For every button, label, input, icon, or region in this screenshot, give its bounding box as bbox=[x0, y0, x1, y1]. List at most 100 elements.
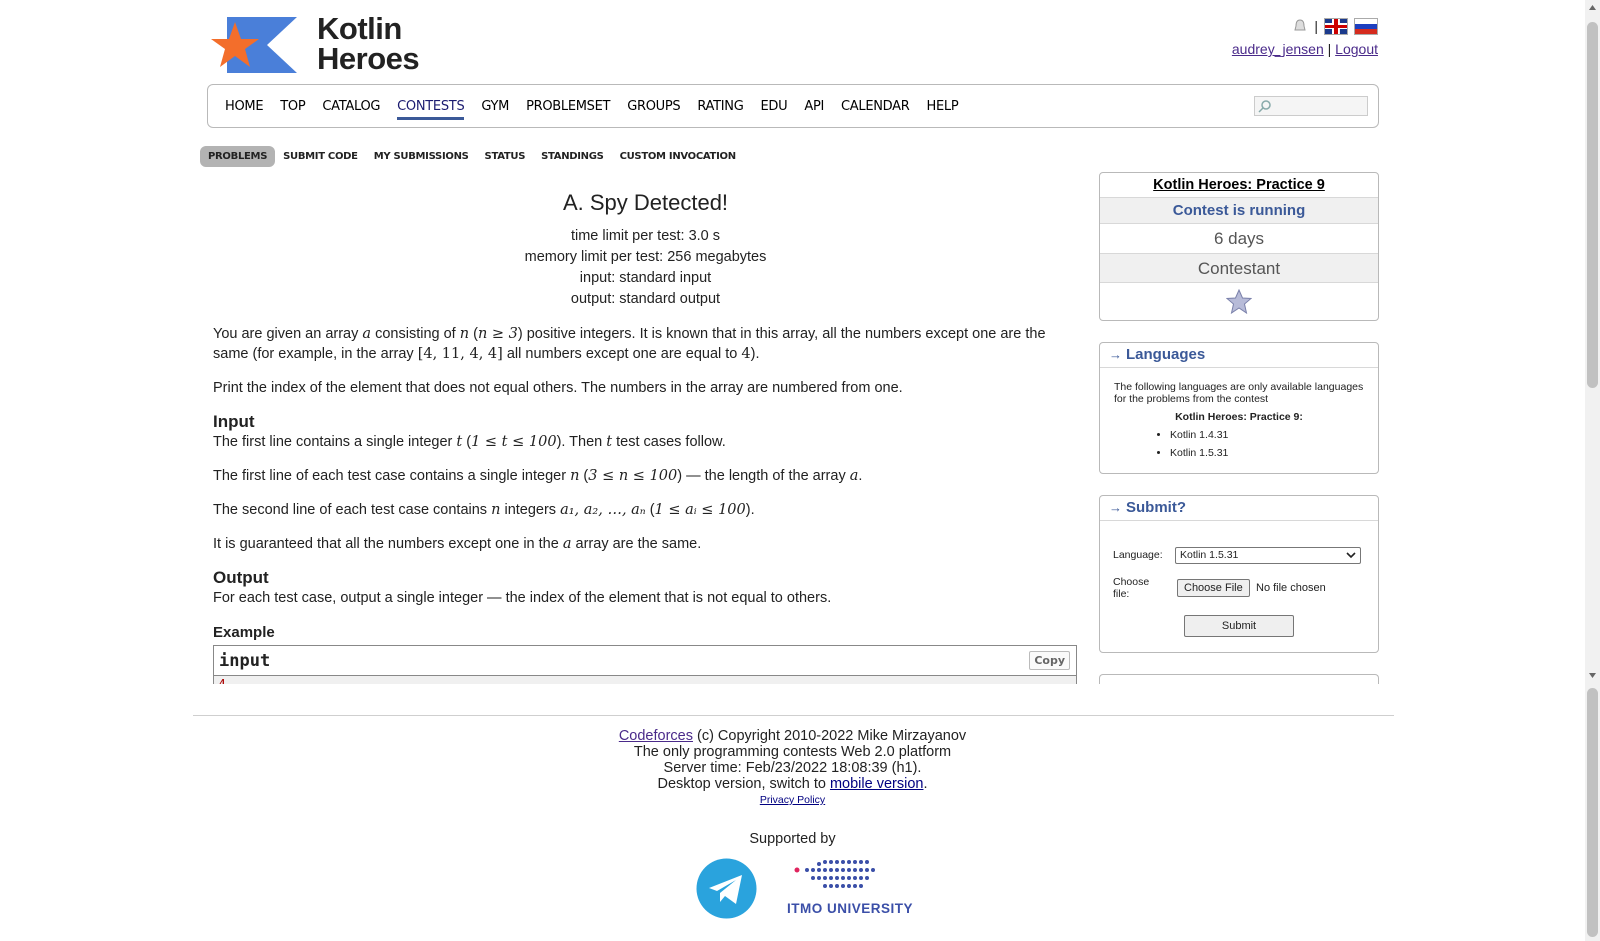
copy-button[interactable]: Copy bbox=[1029, 651, 1070, 670]
text-span: all numbers except one are equal to bbox=[502, 346, 742, 362]
user-links: audrey_jensen | Logout bbox=[1232, 41, 1378, 57]
menu-item-gym[interactable]: GYM bbox=[481, 98, 509, 114]
scroll-down-icon[interactable] bbox=[1588, 671, 1597, 680]
page-scrollbar-thumb[interactable] bbox=[1587, 688, 1598, 937]
kotlin-heroes-logo-icon bbox=[211, 17, 297, 73]
brand-line-2: Heroes bbox=[317, 41, 420, 76]
telegram-icon[interactable] bbox=[696, 858, 757, 919]
text-span: ) — the length of the array bbox=[677, 468, 850, 484]
math-expr: 4 bbox=[741, 346, 751, 362]
text-span: integers bbox=[500, 502, 561, 518]
menu-item-top[interactable]: TOP bbox=[280, 98, 305, 114]
search-input[interactable] bbox=[1254, 96, 1368, 116]
math-expr: [4, 11, 4, 4] bbox=[417, 346, 503, 362]
text-span: You are given an array bbox=[213, 326, 363, 342]
submenu-problems[interactable]: PROBLEMS bbox=[200, 146, 276, 167]
next-sidebar-box bbox=[1099, 674, 1379, 684]
input-line-3: The second line of each test case contai… bbox=[213, 500, 1078, 520]
footer: Codeforces (c) Copyright 2010-2022 Mike … bbox=[0, 728, 1585, 808]
text-span: ( bbox=[462, 434, 472, 450]
output-section-title: Output bbox=[213, 568, 269, 587]
favourite-row bbox=[1100, 283, 1378, 320]
submenu-submit-code[interactable]: SUBMIT CODE bbox=[283, 151, 358, 162]
text-span: ). Then bbox=[556, 434, 607, 450]
sample-input-label: input bbox=[219, 651, 271, 671]
russian-flag-icon[interactable] bbox=[1354, 17, 1378, 35]
user-links-separator: | bbox=[1327, 41, 1332, 57]
language-item: Kotlin 1.4.31 bbox=[1170, 429, 1364, 441]
input-line-2: The first line of each test case contain… bbox=[213, 466, 1078, 486]
text-span: ( bbox=[469, 326, 478, 342]
footer-version: Desktop version, switch to mobile versio… bbox=[0, 776, 1585, 792]
mobile-version-link[interactable]: mobile version bbox=[830, 776, 924, 792]
main-menu: HOME TOP CATALOG CONTESTS GYM PROBLEMSET… bbox=[207, 84, 1379, 128]
menu-item-help[interactable]: HELP bbox=[927, 98, 959, 114]
menu-item-contests[interactable]: CONTESTS bbox=[397, 98, 465, 120]
input-line-4: It is guaranteed that all the numbers ex… bbox=[213, 534, 1078, 554]
bell-icon[interactable] bbox=[1292, 18, 1308, 34]
copyright-text: (c) Copyright 2010-2022 Mike Mirzayanov bbox=[692, 728, 967, 744]
math-expr: n ≥ 3 bbox=[477, 326, 518, 342]
languages-contest-name: Kotlin Heroes: Practice 9: bbox=[1175, 411, 1303, 423]
memory-limit: memory limit per test: 256 megabytes bbox=[524, 249, 767, 265]
language-item: Kotlin 1.5.31 bbox=[1170, 447, 1364, 459]
choose-file-button[interactable]: Choose File bbox=[1177, 579, 1250, 597]
text-span: The first line contains a single integer bbox=[213, 434, 457, 450]
text-span: Desktop version, switch to bbox=[657, 776, 830, 792]
username-link[interactable]: audrey_jensen bbox=[1232, 41, 1324, 57]
math-var: n bbox=[570, 468, 580, 484]
input-file: input: standard input bbox=[579, 270, 712, 286]
logout-link[interactable]: Logout bbox=[1335, 41, 1378, 57]
text-span: ( bbox=[645, 502, 655, 518]
language-flags: | bbox=[1232, 15, 1378, 37]
menu-item-problemset[interactable]: PROBLEMSET bbox=[526, 98, 610, 114]
language-select-value: Kotlin 1.5.31 bbox=[1180, 549, 1239, 561]
menu-item-calendar[interactable]: CALENDAR bbox=[841, 98, 910, 114]
languages-caption: → Languages bbox=[1100, 343, 1378, 368]
flags-separator: | bbox=[1314, 18, 1318, 34]
contest-name-link[interactable]: Kotlin Heroes: Practice 9 bbox=[1153, 177, 1325, 193]
scroll-up-icon[interactable] bbox=[1588, 3, 1597, 12]
text-span: array are the same. bbox=[571, 536, 702, 552]
participant-role: Contestant bbox=[1100, 254, 1378, 283]
search-icon bbox=[1258, 100, 1271, 113]
menu-item-catalog[interactable]: CATALOG bbox=[322, 98, 380, 114]
menu-item-groups[interactable]: GROUPS bbox=[627, 98, 680, 114]
footer-copyright: Codeforces (c) Copyright 2010-2022 Mike … bbox=[0, 728, 1585, 744]
menu-item-edu[interactable]: EDU bbox=[761, 98, 788, 114]
text-span: ( bbox=[579, 468, 589, 484]
footer-privacy: Privacy Policy bbox=[0, 792, 1585, 808]
submit-caption: → Submit? bbox=[1100, 496, 1378, 521]
english-flag-icon[interactable] bbox=[1324, 17, 1348, 35]
submenu-standings[interactable]: STANDINGS bbox=[541, 151, 604, 162]
menu-item-home[interactable]: HOME bbox=[225, 98, 264, 114]
submit-box: → Submit? Language: Kotlin 1.5.31 Choose … bbox=[1099, 495, 1379, 653]
codeforces-link[interactable]: Codeforces bbox=[619, 728, 693, 744]
languages-caption-text: Languages bbox=[1126, 346, 1206, 363]
server-time: Server time: Feb/23/2022 18:08:39 (h1). bbox=[663, 760, 922, 776]
privacy-policy-link[interactable]: Privacy Policy bbox=[760, 794, 825, 806]
math-var: n bbox=[459, 326, 470, 342]
submit-caption-text: Submit? bbox=[1126, 499, 1186, 516]
brand-name: Kotlin Heroes bbox=[317, 13, 420, 76]
sample-input-header: input Copy bbox=[214, 646, 1076, 676]
itmo-university-label: ITMO UNIVERSITY bbox=[787, 901, 914, 916]
legend-paragraph-2: Print the index of the element that does… bbox=[213, 380, 903, 396]
math-var: a bbox=[362, 326, 372, 342]
submenu-status[interactable]: STATUS bbox=[485, 151, 526, 162]
file-status: No file chosen bbox=[1256, 582, 1326, 594]
languages-box: → Languages The following languages are o… bbox=[1099, 342, 1379, 474]
menu-item-api[interactable]: API bbox=[804, 98, 824, 114]
submenu-custom-invocation[interactable]: CUSTOM INVOCATION bbox=[620, 151, 736, 162]
sample-input-body: 4 bbox=[214, 676, 1076, 684]
submit-button[interactable]: Submit bbox=[1184, 615, 1294, 637]
footer-tagline: The only programming contests Web 2.0 pl… bbox=[633, 744, 952, 760]
submenu-my-submissions[interactable]: MY SUBMISSIONS bbox=[374, 151, 469, 162]
star-icon[interactable] bbox=[1226, 289, 1252, 314]
text-span: test cases follow. bbox=[612, 434, 726, 450]
menu-item-rating[interactable]: RATING bbox=[697, 98, 743, 114]
language-select[interactable]: Kotlin 1.5.31 bbox=[1175, 547, 1361, 564]
arrow-right-icon: → bbox=[1109, 347, 1122, 362]
text-span: The second line of each test case contai… bbox=[213, 502, 492, 518]
content-scrollbar-thumb[interactable] bbox=[1587, 22, 1598, 388]
